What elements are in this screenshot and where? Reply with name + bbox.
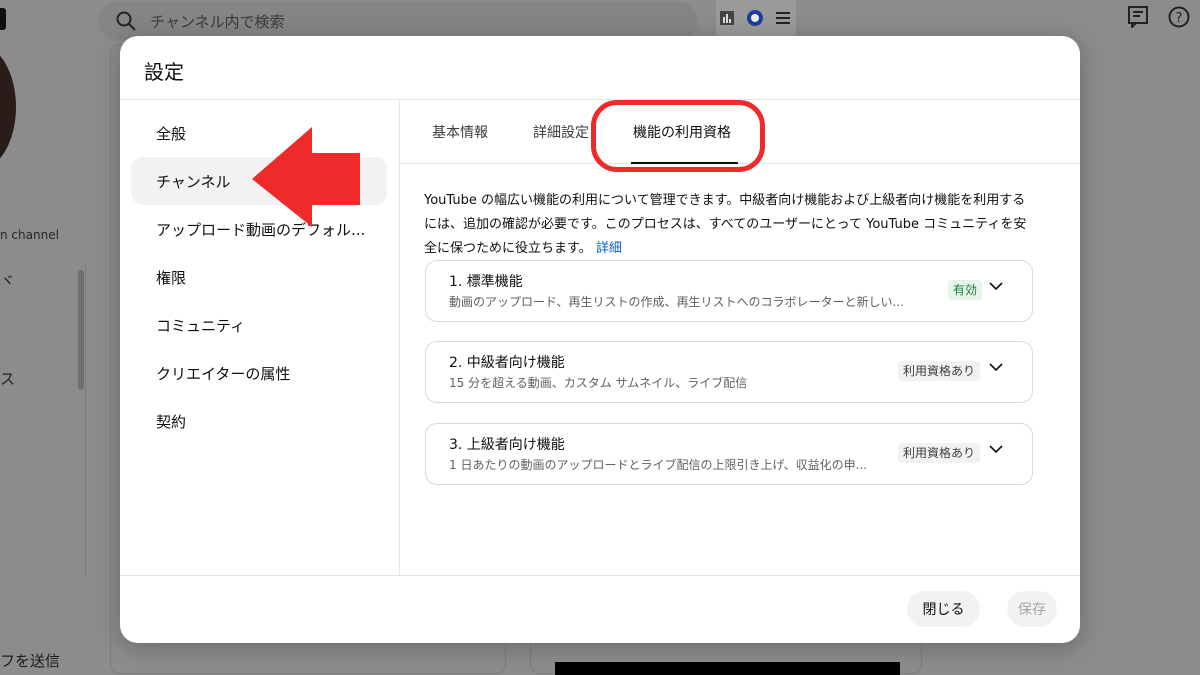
tab-feature-eligibility[interactable]: 機能の利用資格: [633, 100, 731, 164]
status-badge: 有効: [947, 280, 982, 300]
background-sidebar: [0, 262, 86, 578]
feature-title: 3. 上級者向け機能: [449, 437, 565, 453]
help-icon[interactable]: ?: [1168, 6, 1190, 28]
sidebar-text-fragment: ス: [0, 370, 16, 388]
nav-item-permissions[interactable]: 権限: [131, 253, 387, 301]
chevron-down-icon[interactable]: [989, 445, 1003, 454]
logo-fragment: [0, 8, 6, 30]
nav-item-community[interactable]: コミュニティ: [131, 301, 387, 349]
feature-card-advanced[interactable]: 3. 上級者向け機能 1 日あたりの動画のアップロードとライブ配信の上限引き上げ…: [425, 423, 1033, 485]
active-tab-indicator: [631, 162, 738, 164]
menu-icon[interactable]: [776, 12, 790, 24]
dialog-title: 設定: [144, 60, 184, 84]
feature-subtitle: 1 日あたりの動画のアップロードとライブ配信の上限引き上げ、収益化の申...: [449, 458, 868, 472]
feature-card-intermediate[interactable]: 2. 中級者向け機能 15 分を超える動画、カスタム サムネイル、ライブ配信 利…: [425, 341, 1033, 403]
chevron-down-icon[interactable]: [989, 363, 1003, 372]
nav-item-creator-attributes[interactable]: クリエイターの属性: [131, 349, 387, 397]
sidebar-scrollbar[interactable]: [78, 270, 84, 390]
search-placeholder: チャンネル内で検索: [150, 12, 285, 31]
status-badge: 利用資格あり: [897, 443, 980, 463]
eligibility-description: YouTube の幅広い機能の利用について管理できます。中級者向け機能および上級…: [424, 189, 1034, 261]
description-text: YouTube の幅広い機能の利用について管理できます。中級者向け機能および上級…: [424, 193, 1027, 256]
settings-tabs: 基本情報 詳細設定 機能の利用資格: [400, 100, 1080, 172]
close-button[interactable]: 閉じる: [907, 591, 980, 627]
header-mini-toolbar: [716, 0, 796, 36]
sidebar-text-fragment: ヾ: [0, 272, 16, 290]
channel-search-box[interactable]: チャンネル内で検索: [98, 2, 698, 40]
analytics-icon[interactable]: [720, 11, 734, 25]
tab-basic-info[interactable]: 基本情報: [432, 100, 488, 164]
profile-badge-icon[interactable]: [746, 9, 764, 27]
send-feedback-fragment: フを送信: [0, 652, 61, 670]
header-right-icons: ?: [1128, 6, 1200, 28]
divider: [120, 575, 1080, 576]
tab-advanced-settings[interactable]: 詳細設定: [533, 100, 589, 164]
feedback-icon[interactable]: [1128, 6, 1148, 28]
feature-card-standard[interactable]: 1. 標準機能 動画のアップロード、再生リストの作成、再生リストへのコラボレータ…: [425, 260, 1033, 322]
feature-subtitle: 15 分を超える動画、カスタム サムネイル、ライブ配信: [449, 376, 748, 390]
search-icon: [116, 11, 136, 31]
svg-text:?: ?: [1176, 11, 1183, 26]
video-preview-fragment: [555, 662, 900, 675]
feature-subtitle: 動画のアップロード、再生リストの作成、再生リストへのコラボレーターと新しい...: [449, 295, 904, 309]
save-button[interactable]: 保存: [1007, 591, 1057, 627]
feature-title: 2. 中級者向け機能: [449, 355, 565, 371]
channel-avatar: [0, 44, 16, 170]
nav-item-agreements[interactable]: 契約: [131, 397, 387, 445]
feature-title: 1. 標準機能: [449, 274, 523, 290]
learn-more-link[interactable]: 詳細: [596, 241, 622, 256]
channel-name-fragment: n channel: [0, 228, 59, 242]
status-badge: 利用資格あり: [897, 361, 980, 381]
annotation-arrow-icon: [252, 127, 362, 231]
chevron-down-icon[interactable]: [989, 282, 1003, 291]
divider: [399, 100, 400, 575]
